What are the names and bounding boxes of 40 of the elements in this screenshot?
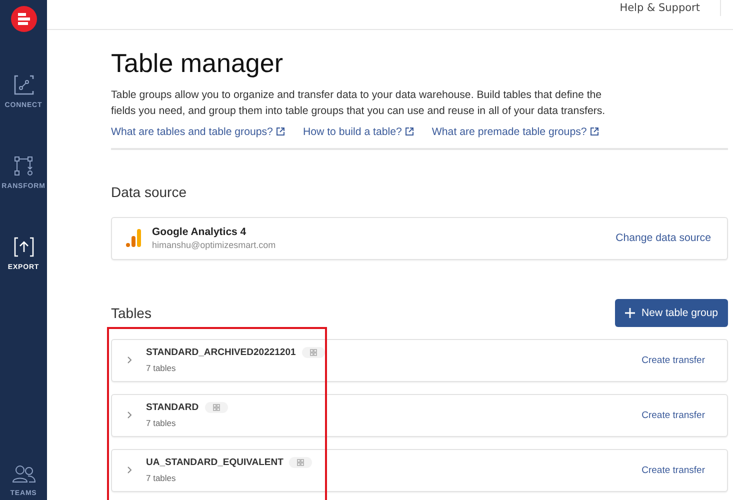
create-transfer-link[interactable]: Create transfer [642, 354, 705, 366]
help-link[interactable]: Help & Support [620, 2, 700, 14]
table-group-row[interactable]: STANDARD_ARCHIVED20221201 7 tables Create transfer [111, 338, 728, 382]
table-count: 7 tables [146, 363, 177, 374]
chevron-right-icon [127, 411, 133, 420]
create-transfer-link[interactable]: Create transfer [642, 464, 705, 476]
table-count: 7 tables [146, 418, 177, 428]
help-link[interactable]: How to build a table? [302, 126, 414, 138]
grid-icon [289, 457, 312, 468]
table-group-name: UA_STANDARD_EQUIVALENT [146, 457, 284, 468]
table-group-name: STANDARD_ARCHIVED20221201 [146, 347, 296, 358]
table-group-row[interactable]: UA_STANDARD_EQUIVALENT 7 tables Create transfer [111, 448, 728, 492]
external-link-icon [276, 127, 285, 136]
upload-icon [12, 236, 34, 258]
data-source-name: Google Analytics 4 [152, 226, 248, 238]
page-description: Table groups allow you to organize and transfer data to your data warehouse. Build tables that define the fields you need, and group them into table groups that you can use and reuse in all of your data transfers. [111, 88, 606, 120]
bar-chart-icon [126, 229, 142, 248]
grid-icon [204, 402, 228, 414]
connect-icon [12, 74, 34, 96]
plus-icon [624, 308, 635, 318]
people-icon [12, 464, 36, 484]
new-table-group-button[interactable]: New table group [614, 298, 728, 327]
help-link[interactable]: What are tables and table groups? [111, 126, 285, 138]
external-link-icon [404, 127, 414, 136]
logo-icon [10, 6, 36, 32]
table-group-row[interactable]: STANDARD 7 tables Create transfer [111, 394, 728, 437]
table-group-name: STANDARD [146, 402, 199, 414]
section-heading: Tables [111, 304, 152, 321]
chevron-right-icon [127, 356, 133, 364]
grid-icon [302, 347, 325, 358]
flow-icon [12, 155, 34, 177]
table-count: 7 tables [146, 473, 177, 484]
change-data-source-link[interactable]: Change data source [616, 232, 711, 244]
page-title: Table manager [111, 48, 284, 79]
section-heading: Data source [111, 184, 188, 200]
external-link-icon [590, 127, 599, 136]
help-link[interactable]: What are premade table groups? [432, 126, 599, 138]
create-transfer-link[interactable]: Create transfer [642, 410, 705, 421]
account-email: himanshu@optimizesmart.com [152, 240, 277, 250]
chevron-right-icon [127, 466, 133, 474]
